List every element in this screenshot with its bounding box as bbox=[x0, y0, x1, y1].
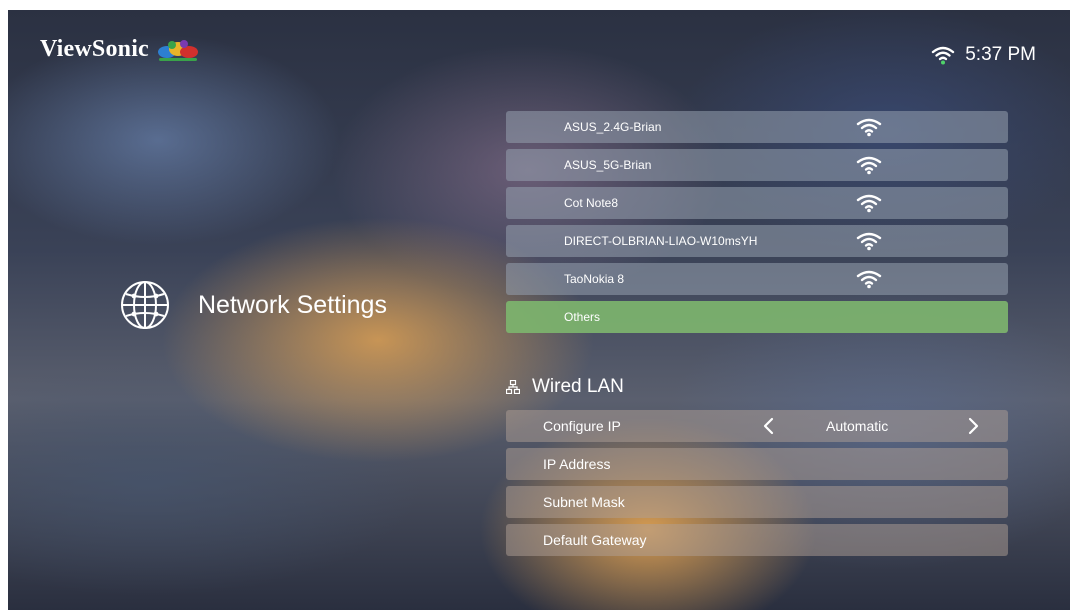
chevron-right-icon[interactable] bbox=[968, 417, 980, 435]
wifi-network-row[interactable]: DIRECT-OLBRIAN-LIAO-W10msYH bbox=[506, 225, 1008, 257]
wifi-network-name: ASUS_2.4G-Brian bbox=[564, 120, 662, 134]
wifi-signal-icon bbox=[856, 194, 882, 213]
subnet-mask-label: Subnet Mask bbox=[543, 494, 625, 510]
logo-text: ViewSonic bbox=[40, 35, 149, 62]
wired-lan-header: Wired LAN bbox=[506, 376, 624, 398]
wifi-network-row[interactable]: ASUS_5G-Brian bbox=[506, 149, 1008, 181]
wifi-signal-icon bbox=[856, 270, 882, 289]
wifi-network-row[interactable]: ASUS_2.4G-Brian bbox=[506, 111, 1008, 143]
default-gateway-label: Default Gateway bbox=[543, 532, 647, 548]
configure-ip-value: Automatic bbox=[826, 418, 889, 434]
subnet-mask-row[interactable]: Subnet Mask bbox=[506, 486, 1008, 518]
wifi-network-name: DIRECT-OLBRIAN-LIAO-W10msYH bbox=[564, 234, 758, 248]
configure-ip-label: Configure IP bbox=[543, 418, 621, 434]
wifi-signal-icon bbox=[856, 118, 882, 137]
wifi-network-name: Cot Note8 bbox=[564, 196, 619, 210]
wifi-network-name: ASUS_5G-Brian bbox=[564, 158, 652, 172]
wifi-network-name: TaoNokia 8 bbox=[564, 272, 625, 286]
network-settings-header: Network Settings bbox=[118, 278, 387, 332]
wired-lan-settings: Configure IP Automatic IP Address Subnet… bbox=[506, 410, 1008, 562]
projector-screen: ViewSonic 5:37 PM Network Settings ASUS_… bbox=[8, 10, 1070, 610]
wifi-network-row-others[interactable]: Others bbox=[506, 301, 1008, 333]
page-title: Network Settings bbox=[198, 290, 387, 319]
globe-icon bbox=[121, 281, 169, 329]
lorikeet-birds-icon bbox=[157, 40, 198, 61]
clock: 5:37 PM bbox=[965, 44, 1036, 65]
configure-ip-row[interactable]: Configure IP Automatic bbox=[506, 410, 1008, 442]
wifi-signal-icon bbox=[856, 156, 882, 175]
default-gateway-row[interactable]: Default Gateway bbox=[506, 524, 1008, 556]
wifi-icon bbox=[932, 46, 955, 65]
wifi-network-row[interactable]: TaoNokia 8 bbox=[506, 263, 1008, 295]
wifi-network-list: ASUS_2.4G-Brian ASUS_5G-Brian Cot Note8 bbox=[506, 111, 1008, 339]
chevron-left-icon[interactable] bbox=[762, 417, 774, 435]
ip-address-row[interactable]: IP Address bbox=[506, 448, 1008, 480]
wifi-network-name: Others bbox=[564, 310, 601, 324]
wifi-signal-icon bbox=[856, 232, 882, 251]
network-icon bbox=[506, 380, 520, 394]
viewsonic-logo: ViewSonic bbox=[40, 32, 201, 66]
ip-address-label: IP Address bbox=[543, 456, 611, 472]
wifi-network-row[interactable]: Cot Note8 bbox=[506, 187, 1008, 219]
wired-lan-title: Wired LAN bbox=[532, 376, 624, 397]
status-bar: 5:37 PM bbox=[931, 44, 1036, 66]
